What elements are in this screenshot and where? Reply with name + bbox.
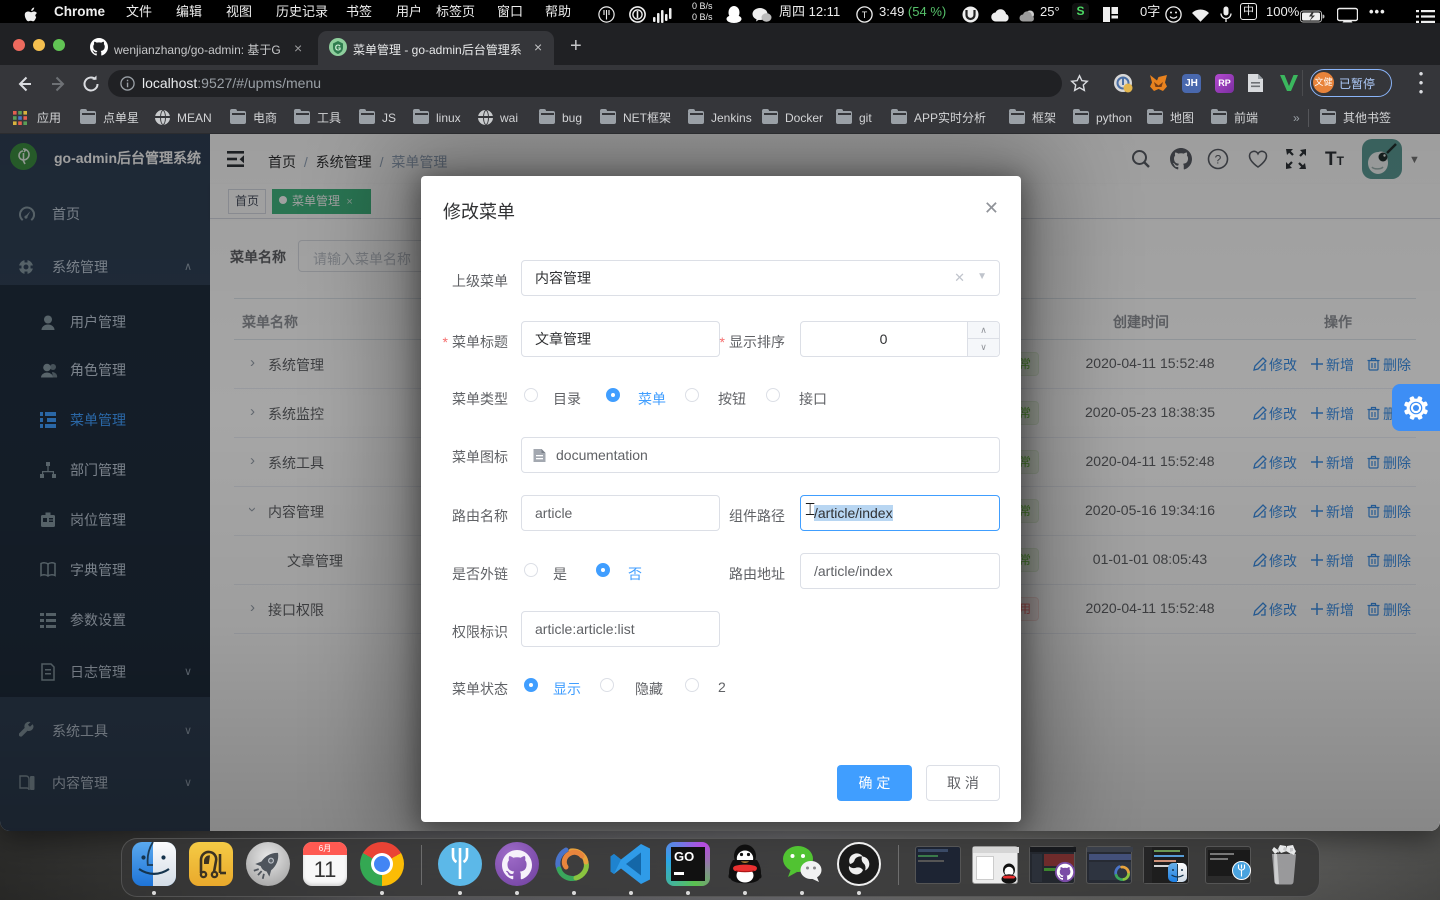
svg-text:G: G (335, 44, 341, 53)
svg-text:T: T (862, 10, 868, 20)
